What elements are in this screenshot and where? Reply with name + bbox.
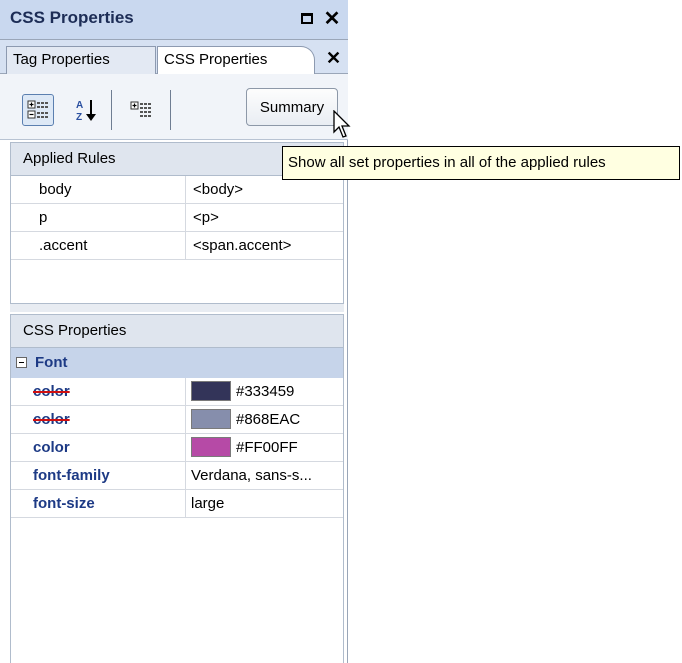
rule-selector: body bbox=[11, 176, 186, 203]
close-icon: ✕ bbox=[323, 7, 341, 30]
show-set-properties-icon bbox=[130, 101, 151, 117]
category-font[interactable]: Font bbox=[11, 348, 343, 378]
sort-az-icon: A Z bbox=[76, 100, 96, 123]
property-row[interactable]: font-size large bbox=[11, 490, 343, 518]
svg-text:A: A bbox=[76, 100, 83, 111]
collapse-icon[interactable] bbox=[16, 357, 27, 368]
applied-rules-table: body <body> p <p> .accent <span.accent> bbox=[10, 176, 344, 304]
property-name: font-size bbox=[11, 490, 186, 517]
maximize-icon bbox=[301, 12, 313, 24]
panel-title: CSS Properties bbox=[10, 8, 134, 27]
toolbar-separator bbox=[170, 90, 171, 130]
property-value-text: #FF00FF bbox=[236, 439, 298, 456]
rule-selector: p bbox=[11, 204, 186, 231]
property-name: color bbox=[11, 434, 186, 461]
property-row[interactable]: color #868EAC bbox=[11, 406, 343, 434]
rule-row[interactable]: body <body> bbox=[11, 176, 343, 204]
toolbar: A Z Summary bbox=[0, 74, 348, 140]
rule-row[interactable]: .accent <span.accent> bbox=[11, 232, 343, 260]
property-row[interactable]: color #FF00FF bbox=[11, 434, 343, 462]
color-swatch bbox=[191, 408, 231, 429]
mouse-cursor-icon bbox=[333, 110, 351, 138]
property-value: #333459 bbox=[187, 378, 343, 405]
categorized-list-icon bbox=[27, 100, 48, 119]
property-value: #FF00FF bbox=[187, 434, 343, 461]
toolbar-separator bbox=[111, 90, 112, 130]
pane-splitter[interactable] bbox=[10, 304, 344, 312]
rule-tag: <span.accent> bbox=[193, 237, 292, 254]
show-set-properties-button[interactable] bbox=[127, 94, 159, 126]
maximize-button[interactable] bbox=[296, 7, 318, 29]
svg-text:Z: Z bbox=[76, 112, 82, 123]
rule-tag: <body> bbox=[193, 181, 244, 198]
close-panel-button[interactable]: ✕ bbox=[321, 7, 343, 30]
close-icon: ✕ bbox=[326, 48, 342, 68]
property-row[interactable]: color #333459 bbox=[11, 378, 343, 406]
property-value-text: Verdana, sans-s... bbox=[191, 467, 312, 484]
tab-css-properties[interactable]: CSS Properties bbox=[157, 46, 315, 74]
property-name: font-family bbox=[11, 462, 186, 489]
sort-az-button[interactable]: A Z bbox=[70, 94, 102, 126]
css-properties-header: CSS Properties bbox=[10, 314, 344, 348]
css-properties-grid: Font color #333459 color #868EAC color #… bbox=[10, 348, 344, 663]
tab-strip: Tag Properties CSS Properties ✕ bbox=[0, 40, 348, 74]
property-value-text: #333459 bbox=[236, 383, 295, 400]
property-value-text: #868EAC bbox=[236, 411, 301, 428]
close-tab-button[interactable]: ✕ bbox=[326, 48, 341, 69]
rule-row[interactable]: p <p> bbox=[11, 204, 343, 232]
property-name: color bbox=[11, 378, 186, 405]
rule-tag: <p> bbox=[193, 209, 219, 226]
property-value: #868EAC bbox=[187, 406, 343, 433]
property-name: color bbox=[11, 406, 186, 433]
css-properties-panel: CSS Properties ✕ Tag Properties CSS Prop… bbox=[0, 0, 348, 663]
tab-tag-properties[interactable]: Tag Properties bbox=[6, 46, 156, 74]
property-row[interactable]: font-family Verdana, sans-s... bbox=[11, 462, 343, 490]
property-value-text: large bbox=[191, 495, 225, 512]
summary-button[interactable]: Summary bbox=[246, 88, 338, 126]
panel-title-bar: CSS Properties ✕ bbox=[0, 0, 348, 40]
rule-selector: .accent bbox=[11, 232, 186, 259]
summary-tooltip: Show all set properties in all of the ap… bbox=[282, 146, 680, 180]
color-swatch bbox=[191, 380, 231, 401]
color-swatch bbox=[191, 436, 231, 457]
categorized-list-button[interactable] bbox=[22, 94, 54, 126]
category-label: Font bbox=[35, 354, 68, 371]
